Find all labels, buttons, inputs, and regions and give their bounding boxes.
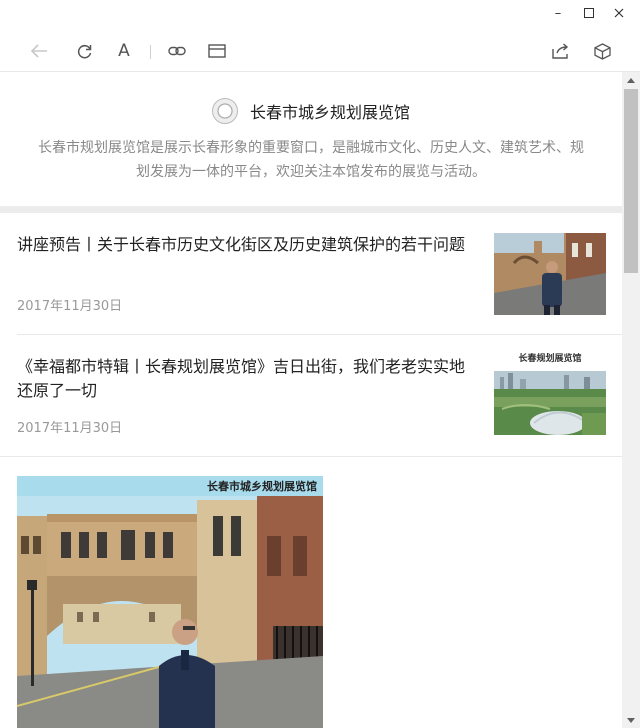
chevron-down-icon (627, 717, 635, 723)
share-button[interactable] (548, 38, 574, 64)
font-size-button[interactable]: A (111, 38, 137, 64)
scrollbar-thumb[interactable] (624, 89, 638, 273)
account-header: 长春市城乡规划展览馆 长春市规划展览馆是展示长春形象的重要窗口，是融城市文化、历… (0, 72, 622, 206)
account-description: 长春市规划展览馆是展示长春形象的重要窗口，是融城市文化、历史人文、建筑艺术、规划… (38, 140, 584, 180)
article-thumbnail (494, 233, 606, 315)
article-list-page: 长春市城乡规划展览馆 长春市规划展览馆是展示长春形象的重要窗口，是融城市文化、历… (0, 72, 622, 728)
back-arrow-icon (30, 44, 47, 58)
font-label: A (118, 41, 130, 61)
article-date: 2017年11月30日 (17, 421, 123, 436)
feature-image[interactable]: 长春市城乡规划展览馆 (17, 476, 323, 728)
article-separator (0, 456, 622, 457)
share-icon (552, 43, 569, 59)
mini-program-button[interactable] (589, 38, 615, 64)
minimize-button[interactable]: – (546, 2, 570, 24)
refresh-button[interactable] (71, 38, 97, 64)
minimize-icon: – (554, 5, 562, 21)
thumbnail-caption: 长春规划展览馆 (518, 353, 581, 364)
chevron-up-icon (627, 77, 635, 83)
account-title-row[interactable]: 长春市城乡规划展览馆 (0, 98, 622, 124)
open-in-browser-button[interactable] (204, 38, 230, 64)
account-logo (211, 98, 238, 124)
article-title: 讲座预告丨关于长春市历史文化街区及历史建筑保护的若干问题 (17, 235, 466, 254)
copy-link-button[interactable] (164, 38, 190, 64)
article-item[interactable]: 《幸福都市特辑丨长春规划展览馆》吉日出街，我们老老实实地还原了一切 2017年1… (0, 335, 622, 455)
refresh-icon (77, 44, 91, 58)
feature-image-caption: 长春市城乡规划展览馆 (207, 479, 317, 493)
close-button[interactable] (607, 2, 631, 24)
section-divider (0, 206, 622, 213)
maximize-button[interactable] (577, 2, 601, 24)
toolbar-separator (150, 45, 151, 59)
window-icon (208, 44, 226, 58)
scroll-down-button[interactable] (622, 712, 640, 728)
vertical-scrollbar[interactable] (622, 72, 640, 728)
scroll-up-button[interactable] (622, 72, 640, 88)
article-date: 2017年11月30日 (17, 299, 123, 314)
article-title: 《幸福都市特辑丨长春规划展览馆》吉日出街，我们老老实实地还原了一切 (17, 357, 466, 400)
close-icon (614, 8, 624, 18)
cube-icon (593, 42, 611, 60)
back-button[interactable] (26, 38, 52, 64)
article-item[interactable]: 讲座预告丨关于长春市历史文化街区及历史建筑保护的若干问题 2017年11月30日 (0, 213, 622, 333)
account-name: 长春市城乡规划展览馆 (249, 103, 410, 122)
browser-toolbar: A (0, 28, 640, 72)
link-icon (168, 46, 186, 56)
title-bar: – (0, 0, 640, 28)
maximize-icon (584, 8, 594, 18)
article-thumbnail: 长春规划展览馆 (494, 353, 606, 435)
